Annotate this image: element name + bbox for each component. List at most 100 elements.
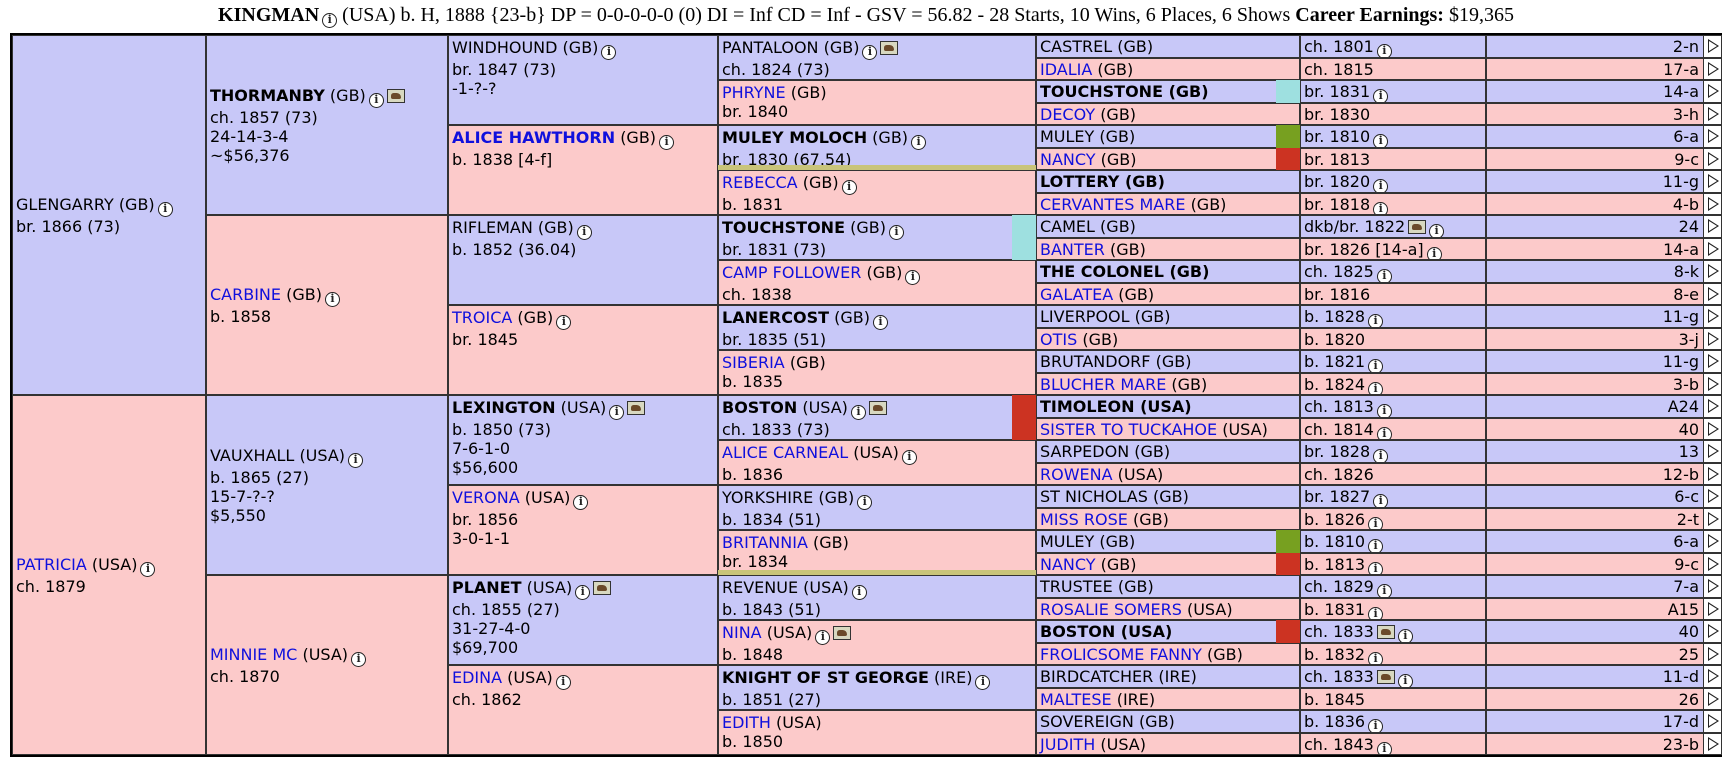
info-icon[interactable]: i [857, 495, 873, 510]
horse-link[interactable]: LEXINGTON [452, 398, 556, 417]
info-icon[interactable]: i [575, 585, 591, 600]
info-icon[interactable]: i [1368, 719, 1384, 732]
expand-arrow-icon[interactable] [1703, 261, 1721, 282]
horse-link[interactable]: OTIS [1040, 330, 1077, 349]
info-icon[interactable]: i [348, 452, 364, 468]
info-icon[interactable]: i [573, 495, 589, 510]
horse-link[interactable]: NANCY [1040, 555, 1096, 574]
expand-arrow-icon[interactable] [1703, 193, 1721, 214]
horse-link[interactable]: JUDITH [1040, 735, 1095, 754]
horse-link[interactable]: ALICE HAWTHORN [452, 128, 615, 147]
info-icon[interactable]: i [1368, 539, 1384, 552]
horse-link[interactable]: BRITANNIA [722, 533, 808, 552]
expand-arrow-icon[interactable] [1703, 126, 1721, 147]
horse-link[interactable]: BOSTON (USA) [1040, 622, 1172, 641]
horse-link[interactable]: CAMEL [1040, 217, 1095, 236]
info-icon[interactable]: i [888, 225, 904, 240]
horse-link[interactable]: RIFLEMAN [452, 218, 533, 237]
info-icon[interactable]: i [576, 225, 592, 240]
horse-link[interactable]: MULEY [1040, 532, 1094, 551]
info-icon[interactable]: i [901, 450, 917, 465]
expand-arrow-icon[interactable] [1703, 643, 1721, 664]
horse-link[interactable]: ALICE CARNEAL [722, 443, 848, 462]
horse-link[interactable]: SISTER TO TUCKAHOE [1040, 420, 1217, 439]
expand-arrow-icon[interactable] [1703, 81, 1721, 102]
horse-link[interactable]: EDITH [722, 713, 771, 732]
horse-link[interactable]: VAUXHALL [210, 446, 294, 465]
horse-link[interactable]: LIVERPOOL [1040, 307, 1130, 326]
horse-link[interactable]: PLANET [452, 578, 522, 597]
horse-link[interactable]: TOUCHSTONE [722, 218, 845, 237]
horse-link[interactable]: LANERCOST [722, 308, 829, 327]
horse-link[interactable]: SOVEREIGN [1040, 712, 1134, 731]
horse-photo-icon[interactable] [627, 401, 646, 415]
horse-link[interactable]: BIRDCATCHER [1040, 667, 1153, 686]
expand-arrow-icon[interactable] [1703, 306, 1721, 327]
info-icon[interactable]: i [609, 405, 625, 420]
horse-link[interactable]: ROWENA [1040, 465, 1113, 484]
expand-arrow-icon[interactable] [1703, 103, 1721, 124]
info-icon[interactable]: i [1373, 89, 1389, 102]
expand-arrow-icon[interactable] [1703, 238, 1721, 259]
info-icon[interactable]: i [1376, 269, 1392, 282]
expand-arrow-icon[interactable] [1703, 216, 1721, 237]
info-icon[interactable]: i [322, 13, 338, 28]
horse-link[interactable]: PATRICIA [16, 555, 87, 574]
horse-link[interactable]: EDINA [452, 668, 502, 687]
info-icon[interactable]: i [1373, 449, 1389, 462]
info-icon[interactable]: i [1376, 426, 1392, 440]
expand-arrow-icon[interactable] [1703, 283, 1721, 304]
horse-link[interactable]: MALTESE [1040, 690, 1112, 709]
expand-arrow-icon[interactable] [1703, 373, 1721, 394]
info-icon[interactable]: i [1368, 314, 1384, 327]
horse-photo-icon[interactable] [868, 401, 887, 415]
horse-link[interactable]: MINNIE MC [210, 645, 297, 664]
expand-arrow-icon[interactable] [1703, 666, 1721, 687]
info-icon[interactable]: i [140, 561, 156, 577]
horse-link[interactable]: SIBERIA [722, 353, 785, 372]
info-icon[interactable]: i [1376, 741, 1392, 755]
horse-link[interactable]: GLENGARRY [16, 195, 114, 214]
info-icon[interactable]: i [862, 45, 878, 60]
horse-link[interactable]: WINDHOUND [452, 38, 557, 57]
horse-link[interactable]: CERVANTES MARE [1040, 195, 1185, 214]
expand-arrow-icon[interactable] [1703, 598, 1721, 619]
horse-link[interactable]: YORKSHIRE [722, 488, 813, 507]
info-icon[interactable]: i [1368, 561, 1384, 575]
horse-photo-icon[interactable] [880, 41, 899, 55]
expand-arrow-icon[interactable] [1703, 328, 1721, 349]
expand-arrow-icon[interactable] [1703, 733, 1721, 754]
horse-link[interactable]: THE COLONEL (GB) [1040, 262, 1209, 281]
horse-photo-icon[interactable] [593, 581, 612, 595]
info-icon[interactable]: i [1368, 381, 1384, 395]
info-icon[interactable]: i [1426, 246, 1442, 260]
expand-arrow-icon[interactable] [1703, 441, 1721, 462]
info-icon[interactable]: i [815, 630, 831, 645]
expand-arrow-icon[interactable] [1703, 486, 1721, 507]
info-icon[interactable]: i [351, 651, 367, 667]
horse-link[interactable]: BLUCHER MARE [1040, 375, 1166, 394]
horse-link[interactable]: KNIGHT OF ST GEORGE [722, 668, 929, 687]
horse-link[interactable]: BOSTON [722, 398, 797, 417]
horse-link[interactable]: CARBINE [210, 285, 281, 304]
horse-link[interactable]: LOTTERY (GB) [1040, 172, 1165, 191]
info-icon[interactable]: i [324, 291, 340, 307]
expand-arrow-icon[interactable] [1703, 711, 1721, 732]
horse-link[interactable]: ST NICHOLAS [1040, 487, 1148, 506]
info-icon[interactable]: i [1368, 359, 1384, 372]
expand-arrow-icon[interactable] [1703, 508, 1721, 529]
info-icon[interactable]: i [555, 675, 571, 690]
info-icon[interactable]: i [850, 405, 866, 420]
horse-link[interactable]: GALATEA [1040, 285, 1113, 304]
expand-arrow-icon[interactable] [1703, 396, 1721, 417]
horse-link[interactable]: IDALIA [1040, 60, 1092, 79]
info-icon[interactable]: i [368, 92, 384, 108]
horse-link[interactable]: TIMOLEON (USA) [1040, 397, 1192, 416]
horse-link[interactable]: SARPEDON [1040, 442, 1129, 461]
horse-link[interactable]: TOUCHSTONE (GB) [1040, 82, 1209, 101]
horse-link[interactable]: NINA [722, 623, 762, 642]
horse-link[interactable]: THORMANBY [210, 86, 325, 105]
info-icon[interactable]: i [905, 270, 921, 285]
info-icon[interactable]: i [872, 315, 888, 330]
info-icon[interactable]: i [1373, 201, 1389, 215]
